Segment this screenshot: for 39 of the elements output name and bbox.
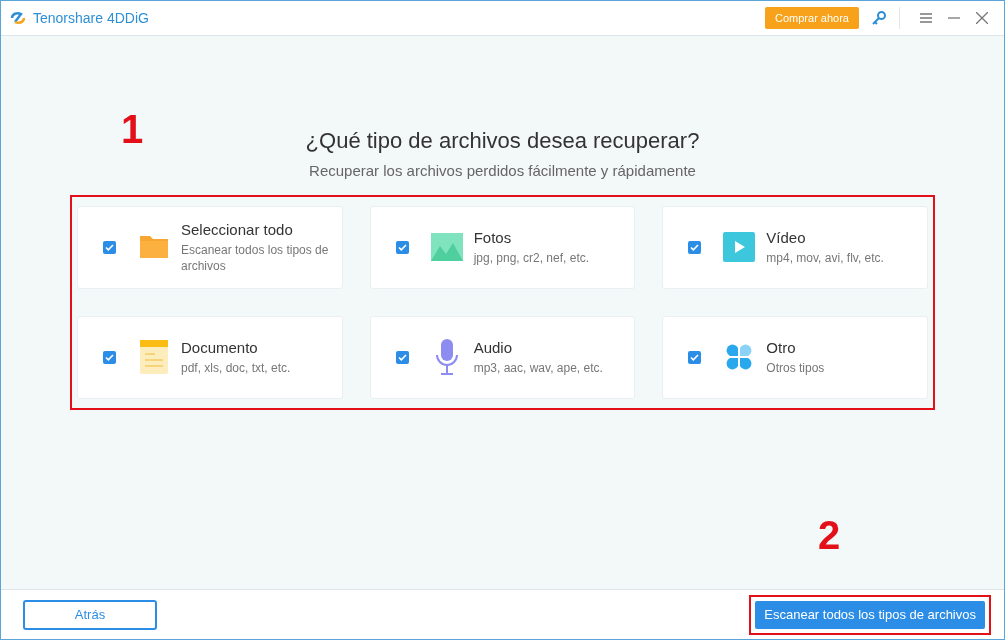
- file-type-description: mp4, mov, avi, flv, etc.: [766, 250, 884, 266]
- document-icon: [140, 340, 168, 374]
- logo-icon: [9, 9, 27, 27]
- file-type-description: Otros tipos: [766, 360, 825, 376]
- file-type-description: mp3, aac, wav, ape, etc.: [473, 360, 603, 376]
- checkbox[interactable]: [103, 350, 116, 364]
- file-type-description: Escanear todos los tipos de archivos: [181, 242, 330, 274]
- play-icon: [723, 232, 756, 262]
- step-number: 1: [121, 109, 144, 149]
- file-type-title: Documento: [181, 338, 259, 358]
- menu-icon[interactable]: [920, 13, 932, 23]
- file-type-description: jpg, png, cr2, nef, etc.: [473, 250, 590, 266]
- file-type-title: Otro: [766, 338, 797, 358]
- file-type-title: Fotos: [473, 228, 513, 248]
- file-type-card[interactable]: Seleccionar todo Escanear todos los tipos de archivos: [77, 205, 343, 289]
- file-type-card[interactable]: Fotos jpg, png, cr2, nef, etc.: [369, 205, 636, 289]
- checkbox[interactable]: [395, 240, 409, 254]
- step-number: 2: [818, 515, 841, 555]
- window-title: Tenorshare 4DDiG: [33, 8, 149, 28]
- file-type-card[interactable]: Audio mp3, aac, wav, ape, etc.: [369, 315, 636, 399]
- file-type-card[interactable]: Documento pdf, xls, doc, txt, etc.: [77, 315, 343, 399]
- file-type-description: pdf, xls, doc, txt, etc.: [181, 360, 291, 376]
- microphone-icon: [434, 339, 459, 375]
- image-icon: [430, 233, 463, 261]
- close-icon[interactable]: [976, 12, 988, 24]
- file-type-title: Seleccionar todo: [181, 220, 294, 240]
- file-type-card[interactable]: Otro Otros tipos: [662, 315, 928, 399]
- checkbox[interactable]: [688, 350, 702, 364]
- file-type-card[interactable]: Vídeo mp4, mov, avi, flv, etc.: [662, 205, 928, 289]
- file-type-title: Vídeo: [766, 228, 807, 248]
- page-heading: ¿Qué tipo de archivos desea recuperar?: [305, 127, 700, 155]
- checkbox[interactable]: [395, 350, 409, 364]
- page-subheading: Recuperar los archivos perdidos fácilmente y rápidamente: [309, 161, 696, 181]
- checkbox[interactable]: [688, 240, 702, 254]
- checkbox[interactable]: [103, 240, 116, 254]
- file-type-title: Audio: [473, 338, 514, 358]
- key-icon[interactable]: [871, 10, 887, 26]
- folder-icon: [138, 233, 170, 261]
- back-button[interactable]: Atrás: [23, 599, 157, 630]
